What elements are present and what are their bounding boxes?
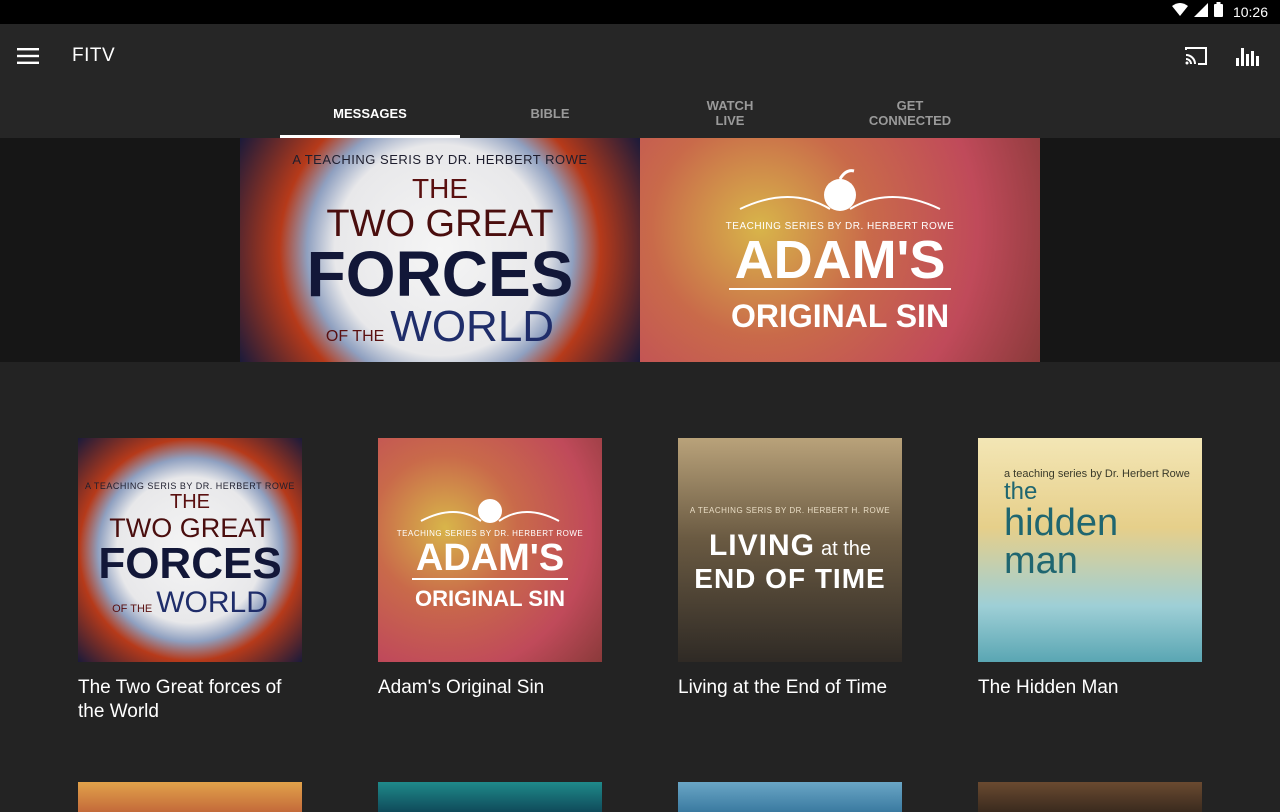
series-card-partial[interactable] — [378, 782, 602, 812]
series-artwork: A TEACHING SERIS BY DR. HERBERT H. ROWE … — [678, 438, 902, 662]
hero-series-credit: A TEACHING SERIS BY DR. HERBERT ROWE — [292, 151, 588, 167]
artwork-credit: A TEACHING SERIS BY DR. HERBERT H. ROWE — [689, 505, 891, 515]
hero-title-line: OF THE — [325, 327, 385, 345]
wifi-icon — [1171, 2, 1188, 22]
featured-carousel: A TEACHING SERIS BY DR. HERBERT ROWE THE… — [0, 138, 1280, 362]
tab-watch-live[interactable]: WATCH LIVE — [640, 88, 820, 138]
artwork-title: ORIGINAL SIN — [415, 585, 565, 611]
tab-label: MESSAGES — [333, 105, 407, 121]
series-artwork: TEACHING SERIES BY DR. HERBERT ROWE ADAM… — [378, 438, 602, 662]
hero-title-line: WORLD — [390, 301, 555, 351]
hamburger-menu-icon — [17, 48, 39, 64]
series-card[interactable]: TEACHING SERIES BY DR. HERBERT ROWE ADAM… — [378, 438, 602, 700]
bar-chart-icon — [1236, 48, 1259, 66]
artwork-title: hidden — [1004, 502, 1119, 544]
stats-button[interactable] — [1224, 32, 1272, 80]
apple-ornament-icon — [420, 498, 560, 523]
artwork-title: man — [1004, 540, 1078, 582]
tab-label: BIBLE — [530, 105, 570, 121]
app-bar: FITV — [0, 24, 1280, 88]
tab-label: GET CONNECTED — [868, 98, 952, 128]
menu-button[interactable] — [0, 28, 56, 84]
hero-title-line: ADAM'S — [728, 232, 952, 290]
cast-button[interactable] — [1172, 32, 1220, 80]
artwork-title: at the — [820, 537, 872, 560]
artwork-title: the — [1004, 478, 1038, 505]
artwork-title: WORLD — [156, 585, 268, 619]
artwork-title: FORCES — [98, 538, 282, 588]
hero-title-line: FORCES — [306, 237, 574, 310]
artwork-title: LIVING — [708, 528, 815, 562]
series-card[interactable]: A TEACHING SERIS BY DR. HERBERT H. ROWE … — [678, 438, 902, 700]
tab-bar: MESSAGES BIBLE WATCH LIVE GET CONNECTED — [0, 88, 1280, 138]
artwork-title: OF THE — [112, 602, 153, 615]
series-grid: A TEACHING SERIS BY DR. HERBERT ROWE THE… — [0, 362, 1280, 812]
tab-label: WATCH LIVE — [706, 98, 754, 128]
signal-icon — [1193, 2, 1208, 22]
artwork-title: THE — [170, 490, 210, 513]
status-bar: 10:26 — [0, 0, 1280, 24]
series-title: The Hidden Man — [978, 677, 1119, 698]
series-card[interactable]: a teaching series by Dr. Herbert Rowe th… — [978, 438, 1202, 700]
hero-title-line: THE — [412, 172, 468, 204]
featured-slide-adams-original-sin[interactable]: TEACHING SERIES BY DR. HERBERT ROWE ADAM… — [640, 138, 1040, 362]
battery-icon — [1213, 2, 1223, 22]
artwork-credit: A TEACHING SERIS BY DR. HERBERT ROWE — [85, 480, 295, 491]
series-artwork: A TEACHING SERIS BY DR. HERBERT ROWE THE… — [78, 438, 302, 662]
apple-ornament-icon — [739, 169, 941, 211]
artwork-title: ADAM'S — [411, 538, 569, 580]
tab-messages[interactable]: MESSAGES — [280, 88, 460, 138]
series-artwork: a teaching series by Dr. Herbert Rowe th… — [978, 438, 1202, 662]
series-card-partial[interactable] — [678, 782, 902, 812]
series-card[interactable]: A TEACHING SERIS BY DR. HERBERT ROWE THE… — [78, 438, 302, 724]
series-title: The Two Great forces of the World — [78, 677, 282, 722]
series-card-partial[interactable] — [978, 782, 1202, 812]
hero-title-line: TWO GREAT — [326, 202, 554, 245]
artwork-title: END OF TIME — [694, 562, 886, 594]
tab-bible[interactable]: BIBLE — [460, 88, 640, 138]
series-title: Living at the End of Time — [678, 677, 888, 698]
series-card-partial[interactable] — [78, 782, 302, 812]
series-title: Adam's Original Sin — [378, 677, 545, 698]
status-time: 10:26 — [1232, 4, 1268, 20]
hero-title-line: ORIGINAL SIN — [730, 298, 950, 334]
app-title: FITV — [72, 45, 116, 66]
featured-slide-two-great-forces[interactable]: A TEACHING SERIS BY DR. HERBERT ROWE THE… — [240, 138, 640, 362]
cast-icon — [1185, 47, 1207, 65]
artwork-title: TWO GREAT — [109, 512, 271, 543]
tab-get-connected[interactable]: GET CONNECTED — [820, 88, 1000, 138]
